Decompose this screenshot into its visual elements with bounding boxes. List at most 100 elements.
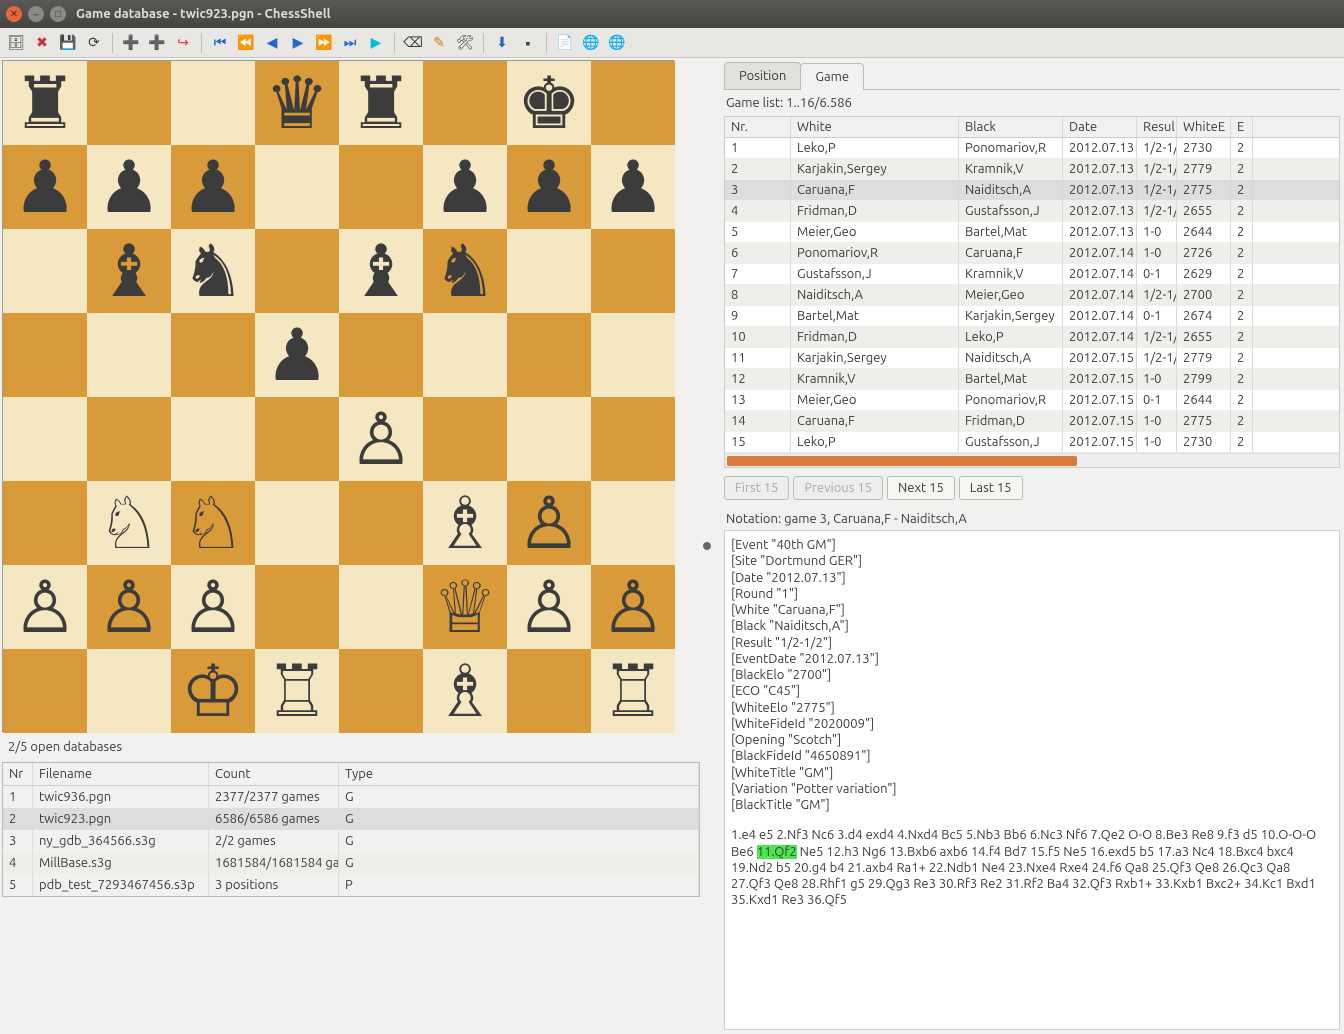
download-icon[interactable]: ⬇: [492, 33, 512, 53]
refresh-icon[interactable]: ⟳: [84, 33, 104, 53]
tab-game[interactable]: Game: [800, 63, 864, 90]
table-row[interactable]: 2twic923.pgn6586/6586 gamesG: [3, 808, 699, 830]
board-square[interactable]: ♟: [591, 145, 675, 229]
board-square[interactable]: [255, 145, 339, 229]
board-square[interactable]: ♟: [255, 313, 339, 397]
table-row[interactable]: 13Meier,GeoPonomariov,R2012.07.150-12644…: [725, 390, 1339, 411]
board-square[interactable]: [591, 229, 675, 313]
column-header[interactable]: Nr.: [725, 117, 791, 137]
table-row[interactable]: 6Ponomariov,RCaruana,F2012.07.141-027262: [725, 243, 1339, 264]
board-square[interactable]: [3, 397, 87, 481]
play-icon[interactable]: ▶: [366, 33, 386, 53]
board-square[interactable]: [3, 481, 87, 565]
board-square[interactable]: ♕: [423, 565, 507, 649]
board-square[interactable]: ♙: [591, 565, 675, 649]
board-square[interactable]: [171, 313, 255, 397]
tool-icon[interactable]: 🛠: [455, 33, 475, 53]
column-header[interactable]: Black: [959, 117, 1063, 137]
board-square[interactable]: [591, 397, 675, 481]
board-square[interactable]: ♖: [255, 649, 339, 733]
board-square[interactable]: ♟: [423, 145, 507, 229]
current-move[interactable]: 11.Qf2: [757, 845, 797, 859]
doc-icon[interactable]: 📄: [555, 33, 575, 53]
board-square[interactable]: ♞: [423, 229, 507, 313]
board-square[interactable]: ♟: [171, 145, 255, 229]
board-square[interactable]: ♙: [3, 565, 87, 649]
prev-icon[interactable]: ◀: [262, 33, 282, 53]
table-row[interactable]: 1twic936.pgn2377/2377 gamesG: [3, 786, 699, 808]
tab-position[interactable]: Position: [724, 62, 801, 89]
table-row[interactable]: 3Caruana,FNaiditsch,A2012.07.131/2-1/277…: [725, 180, 1339, 201]
board-square[interactable]: [87, 313, 171, 397]
forward-icon[interactable]: ⏩: [314, 33, 334, 53]
board-square[interactable]: ♙: [171, 565, 255, 649]
column-header[interactable]: Type: [339, 763, 699, 785]
table-row[interactable]: 7Gustafsson,JKramnik,V2012.07.140-126292: [725, 264, 1339, 285]
board-square[interactable]: [87, 61, 171, 145]
table-row[interactable]: 3ny_gdb_364566.s3g2/2 gamesG: [3, 830, 699, 852]
board-square[interactable]: [255, 565, 339, 649]
column-header[interactable]: Filename: [33, 763, 209, 785]
prev-button[interactable]: Previous 15: [793, 476, 883, 500]
database-icon[interactable]: 🗄: [6, 33, 26, 53]
board-square[interactable]: ♙: [507, 481, 591, 565]
board-square[interactable]: [171, 61, 255, 145]
board-square[interactable]: ♟: [87, 145, 171, 229]
pencil-icon[interactable]: ✎: [429, 33, 449, 53]
notation-box[interactable]: [Event "40th GM"][Site "Dortmund GER"][D…: [724, 530, 1340, 1030]
board-square[interactable]: [339, 313, 423, 397]
board-square[interactable]: [423, 61, 507, 145]
board-square[interactable]: ♙: [87, 565, 171, 649]
board-square[interactable]: ♟: [507, 145, 591, 229]
table-row[interactable]: 2Karjakin,SergeyKramnik,V2012.07.131/2-1…: [725, 159, 1339, 180]
board-square[interactable]: ♞: [171, 229, 255, 313]
maximize-icon[interactable]: □: [50, 6, 66, 22]
board-square[interactable]: [255, 481, 339, 565]
save-icon[interactable]: 💾: [58, 33, 78, 53]
board-square[interactable]: [87, 649, 171, 733]
table-row[interactable]: 15Leko,PGustafsson,J2012.07.151-027302: [725, 432, 1339, 453]
terminal-icon[interactable]: ▪: [518, 33, 538, 53]
board-square[interactable]: [507, 229, 591, 313]
move-list[interactable]: 1.e4 e5 2.Nf3 Nc6 3.d4 exd4 4.Nxd4 Bc5 5…: [731, 827, 1333, 908]
board-square[interactable]: [255, 397, 339, 481]
board-square[interactable]: ♘: [171, 481, 255, 565]
table-row[interactable]: 1Leko,PPonomariov,R2012.07.131/2-1/27302: [725, 138, 1339, 159]
board-square[interactable]: [507, 397, 591, 481]
last-button[interactable]: Last 15: [959, 476, 1023, 500]
board-square[interactable]: ♜: [3, 61, 87, 145]
column-header[interactable]: Date: [1063, 117, 1137, 137]
board-square[interactable]: ♛: [255, 61, 339, 145]
board-square[interactable]: [171, 397, 255, 481]
board-square[interactable]: [339, 481, 423, 565]
rewind-icon[interactable]: ⏪: [236, 33, 256, 53]
board-square[interactable]: ♟: [3, 145, 87, 229]
first-button[interactable]: First 15: [724, 476, 789, 500]
delete-icon[interactable]: ✖: [32, 33, 52, 53]
board-square[interactable]: [3, 313, 87, 397]
board-square[interactable]: [3, 649, 87, 733]
board-square[interactable]: ♜: [339, 61, 423, 145]
board-square[interactable]: ♘: [87, 481, 171, 565]
exit-icon[interactable]: ↪: [173, 33, 193, 53]
board-square[interactable]: ♗: [423, 649, 507, 733]
minimize-icon[interactable]: –: [28, 6, 44, 22]
table-row[interactable]: 9Bartel,MatKarjakin,Sergey2012.07.140-12…: [725, 306, 1339, 327]
table-row[interactable]: 14Caruana,FFridman,D2012.07.151-027752: [725, 411, 1339, 432]
first-icon[interactable]: ⏮: [210, 33, 230, 53]
board-square[interactable]: [507, 649, 591, 733]
add-icon[interactable]: ➕: [121, 33, 141, 53]
board-square[interactable]: [591, 313, 675, 397]
globe-icon[interactable]: 🌐: [607, 33, 627, 53]
close-icon[interactable]: ✕: [6, 6, 22, 22]
board-square[interactable]: [339, 565, 423, 649]
board-square[interactable]: ♗: [423, 481, 507, 565]
board-square[interactable]: ♔: [171, 649, 255, 733]
table-row[interactable]: 12Kramnik,VBartel,Mat2012.07.151-027992: [725, 369, 1339, 390]
horizontal-scrollbar[interactable]: [725, 453, 1339, 467]
board-square[interactable]: ♝: [87, 229, 171, 313]
column-header[interactable]: E: [1231, 117, 1253, 137]
last-icon[interactable]: ⏭: [340, 33, 360, 53]
column-header[interactable]: White: [791, 117, 959, 137]
board-square[interactable]: ♝: [339, 229, 423, 313]
